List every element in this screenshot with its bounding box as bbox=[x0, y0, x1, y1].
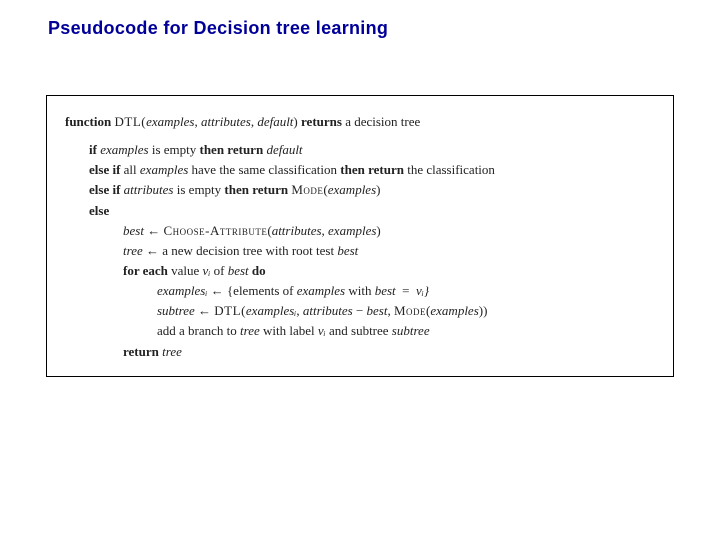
var-tree: tree bbox=[123, 243, 143, 258]
txt-new-tree: a new decision tree with root test bbox=[162, 243, 334, 258]
kw-elseif2: else if bbox=[89, 182, 120, 197]
kw-return: return bbox=[123, 344, 159, 359]
var-examples: examples bbox=[100, 142, 148, 157]
var-examples2: examples bbox=[140, 162, 188, 177]
txt-is-empty: is empty bbox=[152, 142, 196, 157]
var-examples4: examples bbox=[328, 223, 376, 238]
var-attributes: attributes bbox=[124, 182, 174, 197]
line-if-empty: if examples is empty then return default bbox=[89, 140, 655, 160]
param-attributes: attributes bbox=[201, 114, 251, 129]
var-vi: vᵢ bbox=[203, 263, 211, 278]
txt-is-empty2: is empty bbox=[177, 182, 221, 197]
line-subtree: subtree ← DTL(examplesᵢ, attributes − be… bbox=[157, 301, 655, 321]
var-attributes3: attributes bbox=[303, 303, 353, 318]
kw-then-return2: then return bbox=[340, 162, 404, 177]
minus: − bbox=[356, 303, 363, 318]
line-add-branch: add a branch to tree with label vᵢ and s… bbox=[157, 321, 655, 341]
line-best: best ← Choose-Attribute(attributes, exam… bbox=[123, 221, 655, 241]
var-examples6: examples bbox=[430, 303, 478, 318]
line-function: function DTL(examples, attributes, defau… bbox=[65, 112, 655, 132]
kw-if: if bbox=[89, 142, 97, 157]
line-elseif-same: else if all examples have the same class… bbox=[89, 160, 655, 180]
var-tree3: tree bbox=[162, 344, 182, 359]
var-vi2: vᵢ} bbox=[416, 283, 429, 298]
var-examples-i2: examplesᵢ bbox=[246, 303, 296, 318]
var-tree2: tree bbox=[240, 323, 260, 338]
fn-name: DTL( bbox=[114, 114, 146, 129]
paren-close-ca: ) bbox=[376, 223, 380, 238]
line-examples-i: examplesᵢ ← {elements of examples with b… bbox=[157, 281, 655, 301]
assign4: ← bbox=[198, 303, 211, 318]
kw-returns: returns bbox=[301, 114, 342, 129]
var-best4: best bbox=[375, 283, 396, 298]
var-vi3: vᵢ bbox=[318, 323, 326, 338]
return-type: a decision tree bbox=[345, 114, 420, 129]
txt-elements-of: {elements of bbox=[227, 283, 294, 298]
txt-with-label: with label bbox=[263, 323, 315, 338]
kw-do: do bbox=[252, 263, 266, 278]
param-default: default bbox=[257, 114, 293, 129]
line-return: return tree bbox=[123, 342, 655, 362]
kw-elseif1: else if bbox=[89, 162, 120, 177]
txt-value: value bbox=[171, 263, 199, 278]
page-title: Pseudocode for Decision tree learning bbox=[0, 0, 720, 39]
kw-foreach: for each bbox=[123, 263, 168, 278]
paren-close: ) bbox=[293, 114, 297, 129]
fn-mode2: Mode bbox=[394, 303, 426, 318]
var-default: default bbox=[266, 142, 302, 157]
var-attributes2: attributes bbox=[272, 223, 322, 238]
kw-function: function bbox=[65, 114, 111, 129]
fn-mode: Mode bbox=[291, 182, 323, 197]
kw-then-return1: then return bbox=[200, 142, 264, 157]
var-examples5: examples bbox=[297, 283, 345, 298]
fn-dtl2: DTL( bbox=[214, 303, 246, 318]
assign1: ← bbox=[147, 223, 160, 238]
paren-close-mode: ) bbox=[376, 182, 380, 197]
txt-with: with bbox=[348, 283, 371, 298]
pseudocode-box: function DTL(examples, attributes, defau… bbox=[46, 95, 674, 377]
kw-else: else bbox=[89, 203, 109, 218]
var-best3: best bbox=[228, 263, 249, 278]
txt-and-subtree: and subtree bbox=[329, 323, 389, 338]
line-elseif-attrs: else if attributes is empty then return … bbox=[89, 180, 655, 200]
line-else: else bbox=[89, 201, 655, 221]
param-examples: examples bbox=[146, 114, 194, 129]
var-best2: best bbox=[337, 243, 358, 258]
var-examples-i: examplesᵢ bbox=[157, 283, 207, 298]
line-tree: tree ← a new decision tree with root tes… bbox=[123, 241, 655, 261]
var-subtree2: subtree bbox=[392, 323, 430, 338]
assign3: ← bbox=[211, 283, 224, 298]
var-examples3: examples bbox=[328, 182, 376, 197]
txt-all: all bbox=[124, 162, 137, 177]
txt-same-class: have the same classification bbox=[192, 162, 337, 177]
line-foreach: for each value vᵢ of best do bbox=[123, 261, 655, 281]
txt-of: of bbox=[214, 263, 225, 278]
kw-then-return3: then return bbox=[224, 182, 288, 197]
var-subtree: subtree bbox=[157, 303, 195, 318]
paren-close-dtl: )) bbox=[479, 303, 488, 318]
txt-the-class: the classification bbox=[407, 162, 495, 177]
assign2: ← bbox=[146, 243, 159, 258]
eq: = bbox=[402, 283, 409, 298]
txt-add-branch: add a branch to bbox=[157, 323, 237, 338]
var-best: best bbox=[123, 223, 144, 238]
var-best5: best bbox=[367, 303, 388, 318]
fn-choose-attr: Choose-Attribute bbox=[163, 223, 267, 238]
